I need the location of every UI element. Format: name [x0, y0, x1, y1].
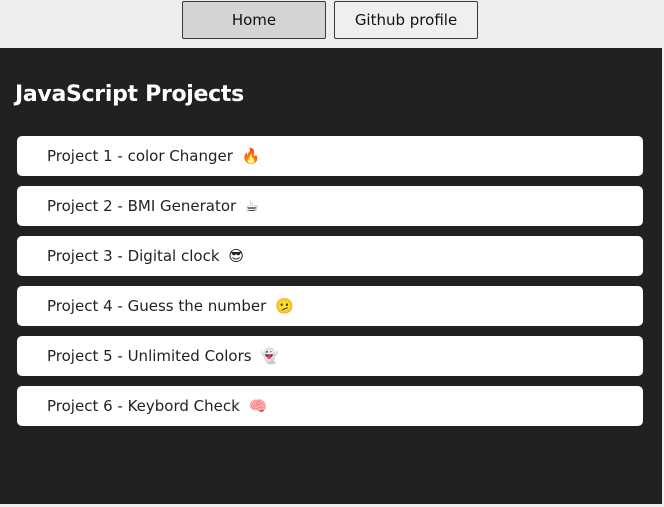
project-item-5[interactable]: Project 5 - Unlimited Colors 👻: [17, 336, 643, 376]
project-link-6[interactable]: Project 6 - Keybord Check 🧠: [47, 397, 267, 415]
project-list: Project 1 - color Changer 🔥 Project 2 - …: [17, 136, 643, 436]
home-button[interactable]: Home: [182, 1, 326, 39]
project-link-1[interactable]: Project 1 - color Changer 🔥: [47, 147, 260, 165]
confused-face-icon: 🫤: [275, 297, 294, 315]
projects-panel: JavaScript Projects Project 1 - color Ch…: [0, 48, 662, 504]
project-link-4[interactable]: Project 4 - Guess the number 🫤: [47, 297, 294, 315]
project-item-6[interactable]: Project 6 - Keybord Check 🧠: [17, 386, 643, 426]
project-link-5[interactable]: Project 5 - Unlimited Colors 👻: [47, 347, 279, 365]
github-profile-button[interactable]: Github profile: [334, 1, 478, 39]
project-label: Project 1 - color Changer: [47, 147, 233, 165]
page-title: JavaScript Projects: [15, 82, 244, 107]
project-label: Project 2 - BMI Generator: [47, 197, 237, 215]
project-item-1[interactable]: Project 1 - color Changer 🔥: [17, 136, 643, 176]
project-label: Project 6 - Keybord Check: [47, 397, 240, 415]
brain-icon: 🧠: [248, 397, 268, 415]
project-item-2[interactable]: Project 2 - BMI Generator ☕: [17, 186, 643, 226]
ghost-icon: 👻: [260, 347, 280, 365]
project-label: Project 3 - Digital clock: [47, 247, 220, 265]
project-label: Project 5 - Unlimited Colors: [47, 347, 252, 365]
project-link-2[interactable]: Project 2 - BMI Generator ☕: [47, 197, 258, 215]
fire-icon: 🔥: [241, 147, 261, 165]
top-nav: Home Github profile: [0, 0, 664, 48]
project-item-4[interactable]: Project 4 - Guess the number 🫤: [17, 286, 643, 326]
project-label: Project 4 - Guess the number: [47, 297, 267, 315]
coffee-icon: ☕: [244, 197, 259, 215]
project-link-3[interactable]: Project 3 - Digital clock 😎: [47, 247, 244, 265]
sunglasses-face-icon: 😎: [228, 247, 244, 265]
project-item-3[interactable]: Project 3 - Digital clock 😎: [17, 236, 643, 276]
